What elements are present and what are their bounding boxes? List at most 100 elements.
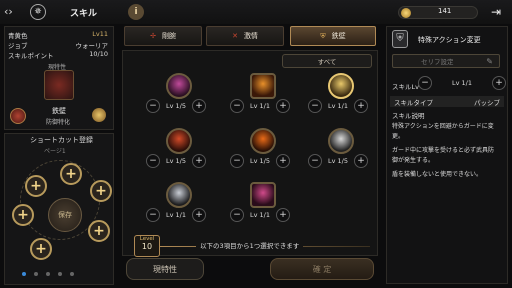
skill-item[interactable]: − Lv 1/1 +: [230, 73, 296, 119]
selection-hint: 以下の3項目から1つ選択できます: [196, 240, 304, 250]
page-dot[interactable]: [58, 272, 62, 276]
desc-line: 御が発生する。: [392, 157, 435, 164]
shortcut-slot-add[interactable]: +: [25, 175, 47, 197]
skill-item[interactable]: − Lv 1/1 +: [230, 182, 296, 228]
shortcut-slot-add[interactable]: +: [88, 220, 110, 242]
coin-icon: [401, 8, 411, 18]
skill-level: Lv 1/1: [250, 211, 270, 219]
minus-button[interactable]: −: [146, 154, 160, 168]
skill-item-selected[interactable]: − Lv 1/1 +: [308, 73, 374, 119]
minus-button[interactable]: −: [308, 154, 322, 168]
plus-button[interactable]: +: [354, 154, 368, 168]
skill-icon[interactable]: [166, 128, 192, 154]
plus-button[interactable]: +: [276, 99, 290, 113]
skill-item[interactable]: − Lv 1/5 +: [146, 73, 212, 119]
skill-icon[interactable]: [250, 73, 276, 99]
minus-button[interactable]: −: [230, 99, 244, 113]
profile-rows: 青黄色 Lv11 ジョブ ウォーリア スキルポイント 10/10: [8, 30, 108, 60]
desc-line: ガード中に攻撃を受けると必ず武具防: [392, 147, 495, 154]
confirm-button-label: 確 定: [312, 264, 332, 274]
skill-icon[interactable]: [250, 128, 276, 154]
skill-level: Lv 1/5: [250, 157, 270, 165]
plus-button[interactable]: +: [192, 154, 206, 168]
profile-label: 青黄色: [8, 32, 28, 40]
tab-ironwall[interactable]: ⛨ 鉄壁: [290, 26, 376, 46]
level-number: 10: [141, 242, 153, 251]
shortcut-slot-add[interactable]: +: [90, 180, 112, 202]
skill-item[interactable]: − Lv 1/5 +: [230, 128, 296, 174]
trait-button[interactable]: 現特性: [126, 258, 204, 280]
desc-line: 盾を装備しないと使用できない。: [392, 171, 483, 178]
plus-button[interactable]: +: [276, 154, 290, 168]
shortcut-slot-add[interactable]: +: [60, 163, 82, 185]
skill-level: Lv 1/5: [166, 157, 186, 165]
detail-lv-value: Lv 1/1: [452, 79, 472, 87]
skill-item[interactable]: − Lv 1/5 +: [308, 128, 374, 174]
skill-type-value: パッシブ: [474, 98, 500, 107]
plus-button[interactable]: +: [276, 208, 290, 222]
skill-icon[interactable]: [166, 182, 192, 208]
skill-item[interactable]: − Lv 1/1 +: [146, 182, 212, 228]
plus-button[interactable]: +: [192, 99, 206, 113]
skill-type-label: スキルタイプ: [394, 98, 433, 107]
skill-item[interactable]: − Lv 1/5 +: [146, 128, 212, 174]
skill-level: Lv 1/5: [166, 102, 186, 110]
minus-button[interactable]: −: [146, 208, 160, 222]
page-dot[interactable]: [34, 272, 38, 276]
character-icon: [44, 70, 74, 100]
filter-button[interactable]: すべて: [282, 54, 372, 68]
tab-strength-icon: ✢: [150, 32, 156, 40]
detail-minus-button[interactable]: −: [418, 76, 432, 90]
page-dot[interactable]: [70, 272, 74, 276]
skill-icon[interactable]: [328, 73, 354, 99]
level-badge: Level 10: [134, 235, 160, 257]
dialogue-setting-label: セリフ設定: [421, 58, 454, 66]
filter-label: すべて: [317, 58, 337, 66]
trait-shield-icon: [10, 108, 26, 124]
detail-shield-icon: ⛨: [392, 30, 408, 48]
profile-label: スキルポイント: [8, 52, 54, 60]
skill-level: Lv 1/1: [328, 102, 348, 110]
desc-line: 更。: [392, 133, 405, 140]
emblem-icon: ✵: [30, 4, 46, 20]
shortcut-save-button[interactable]: 保存: [48, 198, 82, 232]
trait-name: 鉄壁: [52, 107, 66, 115]
shortcut-page: ページ1: [44, 148, 66, 155]
profile-value: 10/10: [89, 50, 108, 58]
minus-button[interactable]: −: [308, 99, 322, 113]
minus-button[interactable]: −: [230, 208, 244, 222]
desc-line: 特殊アクションを回避からガードに変: [392, 123, 494, 130]
plus-button[interactable]: +: [354, 99, 368, 113]
skill-level: Lv 1/1: [166, 211, 186, 219]
page-dot[interactable]: [22, 272, 26, 276]
tab-passion-label: 激情: [243, 32, 258, 40]
trait-desc: 防御特化: [46, 119, 71, 126]
page-title: スキル: [70, 9, 98, 19]
skill-icon[interactable]: [250, 182, 276, 208]
skill-description: 特殊アクションを回避からガードに変 更。 ガード中に攻撃を受けると必ず武具防 御…: [392, 122, 504, 180]
skill-icon[interactable]: [328, 128, 354, 154]
plus-button[interactable]: +: [192, 208, 206, 222]
edit-icon: ✎: [486, 56, 493, 66]
tab-ironwall-label: 鉄壁: [331, 32, 346, 40]
shortcut-slot-add[interactable]: +: [30, 238, 52, 260]
info-icon[interactable]: i: [128, 4, 144, 20]
confirm-button[interactable]: 確 定: [270, 258, 374, 280]
page-dot[interactable]: [46, 272, 50, 276]
profile-value: Lv11: [92, 30, 108, 38]
shortcut-slot-add[interactable]: +: [12, 204, 34, 226]
back-icon[interactable]: ‹›: [4, 5, 18, 19]
tab-passion[interactable]: ✕ 激情: [206, 26, 284, 46]
tab-strength[interactable]: ✢ 剛腕: [124, 26, 202, 46]
minus-button[interactable]: −: [146, 99, 160, 113]
skill-icon[interactable]: [166, 73, 192, 99]
skill-type-row: スキルタイプ パッシブ: [390, 96, 504, 107]
minus-button[interactable]: −: [230, 154, 244, 168]
tab-passion-icon: ✕: [232, 32, 238, 40]
dialogue-setting-button[interactable]: セリフ設定 ✎: [392, 54, 500, 68]
detail-plus-button[interactable]: +: [492, 76, 506, 90]
gold-amount: 141: [438, 7, 452, 15]
page-dots[interactable]: [22, 272, 74, 276]
skill-level: Lv 1/5: [328, 157, 348, 165]
exit-icon[interactable]: ⇥: [488, 4, 504, 20]
